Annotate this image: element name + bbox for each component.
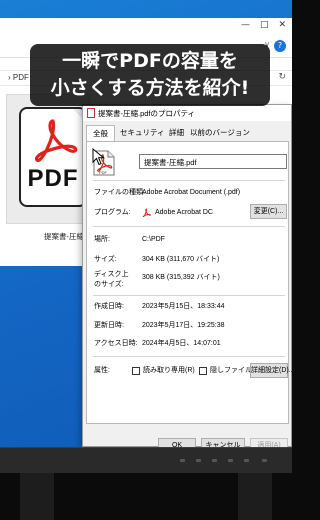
modified-label: 更新日時: [94, 322, 124, 329]
window-controls: — □ ✕ [241, 20, 286, 30]
monitor-button [180, 459, 185, 462]
disk-size-label: ディスク上 のサイズ: [94, 271, 129, 288]
monitor-button [228, 459, 233, 462]
dialog-tabs: 全般 セキュリティ 詳細 以前のバージョン [83, 125, 291, 143]
divider [93, 356, 285, 357]
divider [93, 226, 285, 227]
tab-security[interactable]: セキュリティ [120, 127, 165, 138]
properties-dialog: 提案書-圧縮.pdfのプロパティ 全般 セキュリティ 詳細 以前のバージョン P… [82, 104, 292, 447]
monitor-stand-left [20, 473, 54, 520]
advanced-settings-button[interactable]: 詳細設定(D)... [250, 363, 292, 378]
program-label: プログラム: [94, 209, 131, 216]
maximize-button[interactable]: □ [260, 20, 269, 30]
caption-line-1: 一瞬でPDFの容量を [62, 50, 238, 72]
change-program-button[interactable]: 変更(C)... [250, 204, 287, 219]
hidden-checkbox[interactable] [199, 367, 207, 375]
created-label: 作成日時: [94, 303, 124, 310]
divider [93, 295, 285, 296]
file-type-label: ファイルの種類: [94, 189, 145, 196]
file-name-input[interactable]: 提案書-圧縮.pdf [139, 154, 287, 169]
file-tile[interactable]: PDF [6, 94, 90, 224]
monitor-button [196, 459, 201, 462]
monitor-bezel [0, 447, 292, 473]
pdf-icon-label: PDF [27, 165, 79, 192]
accessed-label: アクセス日時: [94, 340, 138, 347]
pdf-document-icon-label: PDF [99, 170, 108, 175]
file-type-value: Adobe Acrobat Document (.pdf) [142, 189, 241, 196]
help-icon[interactable]: ? [274, 40, 286, 52]
size-value: 304 KB (311,670 バイト) [142, 256, 220, 263]
caption-banner: 一瞬でPDFの容量を 小さくする方法を紹介! [30, 44, 270, 106]
accessed-value: 2024年4月5日、14:07:01 [142, 340, 221, 347]
tab-details[interactable]: 詳細 [169, 127, 184, 138]
file-name-label[interactable]: 提案書-圧縮 [44, 231, 84, 242]
readonly-label[interactable]: 読み取り専用(R) [143, 366, 195, 376]
refresh-icon[interactable]: ↻ [278, 72, 286, 82]
size-label: サイズ: [94, 256, 117, 263]
cancel-button[interactable]: キャンセル [201, 438, 245, 447]
created-value: 2023年5月15日、18:33:44 [142, 303, 225, 310]
monitor-stand-right [238, 473, 272, 520]
disk-size-value: 308 KB (315,392 バイト) [142, 274, 220, 281]
apply-button[interactable]: 適用(A) [250, 438, 288, 447]
divider [93, 180, 285, 181]
monitor-button [262, 459, 267, 462]
minimize-button[interactable]: — [241, 20, 250, 30]
pdf-file-icon: PDF [19, 107, 87, 207]
readonly-checkbox[interactable] [132, 367, 140, 375]
monitor-button [212, 459, 217, 462]
attributes-label: 属性: [94, 367, 110, 374]
mouse-cursor-icon [92, 148, 105, 166]
acrobat-icon [142, 208, 151, 217]
program-value: Adobe Acrobat DC [155, 209, 213, 216]
dialog-title: 提案書-圧縮.pdfのプロパティ [98, 109, 196, 118]
location-value: C:\PDF [142, 236, 165, 243]
dialog-titlebar: 提案書-圧縮.pdfのプロパティ [83, 105, 291, 121]
general-tab-panel: PDF 提案書-圧縮.pdf ファイルの種類: Adobe Acrobat Do… [86, 141, 292, 424]
acrobat-logo-icon [34, 119, 78, 163]
location-label: 場所: [94, 236, 110, 243]
ok-button[interactable]: OK [158, 438, 196, 447]
tab-previous-versions[interactable]: 以前のバージョン [190, 127, 250, 138]
pdf-small-icon [87, 108, 95, 118]
address-path[interactable]: › PDF [8, 73, 29, 82]
caption-line-2: 小さくする方法を紹介! [50, 77, 250, 99]
monitor-button [244, 459, 249, 462]
close-button[interactable]: ✕ [278, 20, 286, 30]
desktop-screen: — □ ✕ ∨ ? › PDF ↻ PDF 提案書-圧縮 一瞬でPDFの容量を … [0, 0, 292, 447]
modified-value: 2023年5月17日、19:25:38 [142, 322, 225, 329]
